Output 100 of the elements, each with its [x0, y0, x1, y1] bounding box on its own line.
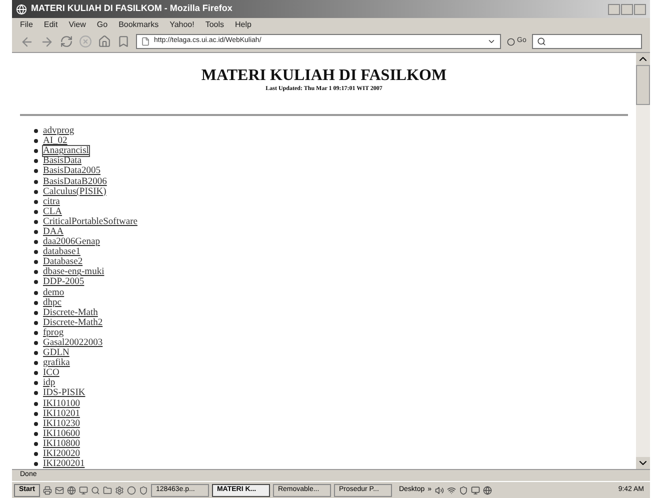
menu-item[interactable]: Edit	[44, 18, 58, 30]
bullet-icon	[34, 361, 38, 366]
scroll-up-icon[interactable]	[636, 53, 650, 65]
scrollbar-thumb[interactable]	[636, 65, 650, 105]
quick-launch-icon[interactable]	[78, 486, 88, 494]
course-link[interactable]: IDS-PISIK	[43, 388, 86, 398]
menu-item[interactable]: View	[68, 18, 86, 30]
bullet-icon	[34, 432, 38, 436]
course-link[interactable]: IKI20020	[43, 449, 80, 460]
bullet-icon	[34, 240, 38, 244]
course-link[interactable]: grafika	[43, 358, 70, 368]
quick-launch-icon[interactable]	[138, 486, 148, 494]
bullet-icon	[34, 290, 38, 295]
course-link[interactable]: DDP-2005	[43, 277, 84, 288]
course-link[interactable]: IKI10201	[43, 408, 80, 419]
bullet-icon	[34, 310, 38, 315]
bullet-icon	[34, 381, 38, 386]
search-field[interactable]	[532, 34, 642, 49]
quick-launch-icon[interactable]	[66, 486, 76, 494]
course-link[interactable]: ICO	[43, 368, 60, 378]
bullet-icon	[34, 330, 38, 335]
course-link[interactable]: CriticalPortableSoftware	[43, 216, 138, 227]
course-link[interactable]: CLA	[43, 206, 62, 217]
course-link[interactable]: IKI10800	[43, 438, 80, 449]
bullet-icon	[34, 422, 38, 426]
course-link[interactable]: Discrete-Math	[43, 308, 98, 318]
bullet-icon	[34, 442, 38, 446]
bullet-icon	[34, 280, 38, 284]
bullet-icon	[34, 260, 38, 264]
menu-item[interactable]: Yahoo!	[170, 18, 194, 30]
course-link[interactable]: IKI10100	[43, 398, 80, 409]
quick-launch-icon[interactable]	[114, 486, 124, 494]
bookmark-icon[interactable]	[117, 35, 130, 48]
bullet-icon	[34, 371, 38, 376]
course-link[interactable]: IKI10600	[43, 428, 80, 439]
course-link[interactable]: BasisData2005	[43, 166, 101, 176]
course-link[interactable]: dhpc	[43, 298, 62, 308]
reload-icon[interactable]	[60, 35, 73, 48]
course-link[interactable]: database1	[43, 247, 80, 258]
bullet-icon	[34, 200, 38, 204]
bullet-icon	[34, 300, 38, 305]
course-link[interactable]: Anagrancisl	[43, 146, 89, 156]
window-title: MATERI KULIAH DI FASILKOM - Mozilla Firefox	[31, 2, 232, 16]
bullet-icon	[34, 230, 38, 234]
quick-launch-icon[interactable]	[126, 486, 136, 494]
bullet-icon	[34, 210, 38, 214]
course-link[interactable]: citra	[43, 196, 60, 207]
bullet-icon	[34, 270, 38, 274]
course-link[interactable]: Gasal20022003	[43, 338, 103, 348]
search-icon	[537, 37, 546, 46]
course-link[interactable]: Discrete-Math2	[43, 318, 103, 328]
course-link[interactable]: BasisData	[43, 156, 82, 166]
bullet-icon	[34, 190, 38, 194]
bullet-icon	[34, 351, 38, 356]
course-link[interactable]: daa2006Genap	[43, 237, 100, 248]
scroll-down-icon[interactable]	[636, 457, 650, 469]
tray-icon[interactable]	[482, 486, 492, 494]
course-link[interactable]: Database2	[43, 257, 83, 268]
go-icon	[507, 38, 515, 46]
bullet-icon	[34, 139, 38, 144]
menu-item[interactable]: File	[20, 18, 33, 30]
tray-icon[interactable]	[446, 486, 456, 494]
menu-item[interactable]: Tools	[205, 18, 224, 30]
tray-icon[interactable]	[458, 486, 468, 494]
course-link[interactable]: advprog	[43, 126, 74, 136]
tray-icon[interactable]	[434, 486, 444, 494]
course-link[interactable]: GDLN	[43, 348, 70, 358]
course-link[interactable]: IKI200201	[43, 459, 85, 469]
course-link[interactable]: fprog	[43, 328, 64, 338]
quick-launch-icon[interactable]	[42, 486, 52, 494]
dropdown-icon[interactable]	[487, 37, 496, 46]
menu-item[interactable]: Go	[96, 18, 108, 30]
course-link[interactable]: dbase-eng-muki	[43, 267, 104, 278]
course-link[interactable]: idp	[43, 378, 56, 388]
bullet-icon	[34, 462, 38, 466]
menu-item[interactable]: Help	[235, 18, 252, 30]
quick-launch-icon[interactable]	[90, 486, 100, 494]
course-link[interactable]: AI_02	[43, 136, 68, 146]
menu-item[interactable]: Bookmarks	[118, 18, 159, 30]
page-heading: MATERI KULIAH DI FASILKOM	[201, 67, 447, 85]
bullet-icon	[34, 220, 38, 224]
page-icon	[141, 37, 150, 46]
quick-launch-icon[interactable]	[54, 486, 64, 494]
bullet-icon	[34, 250, 38, 254]
app-icon	[16, 4, 27, 14]
bullet-icon	[34, 129, 38, 134]
quick-launch-icon[interactable]	[102, 486, 112, 494]
course-link[interactable]: BasisDataB2006	[43, 176, 107, 187]
bullet-icon	[34, 391, 38, 396]
course-link[interactable]: demo	[43, 288, 64, 298]
course-link[interactable]: Calculus(PISIK)	[43, 186, 106, 197]
tray-icon[interactable]	[470, 486, 480, 494]
bullet-icon	[34, 149, 38, 154]
bullet-icon	[34, 320, 38, 325]
bullet-icon	[34, 412, 38, 416]
bullet-icon	[34, 452, 38, 456]
bullet-icon	[34, 341, 38, 346]
course-link[interactable]: IKI10230	[43, 418, 80, 429]
course-link[interactable]: DAA	[43, 226, 64, 237]
home-icon[interactable]	[98, 35, 111, 48]
